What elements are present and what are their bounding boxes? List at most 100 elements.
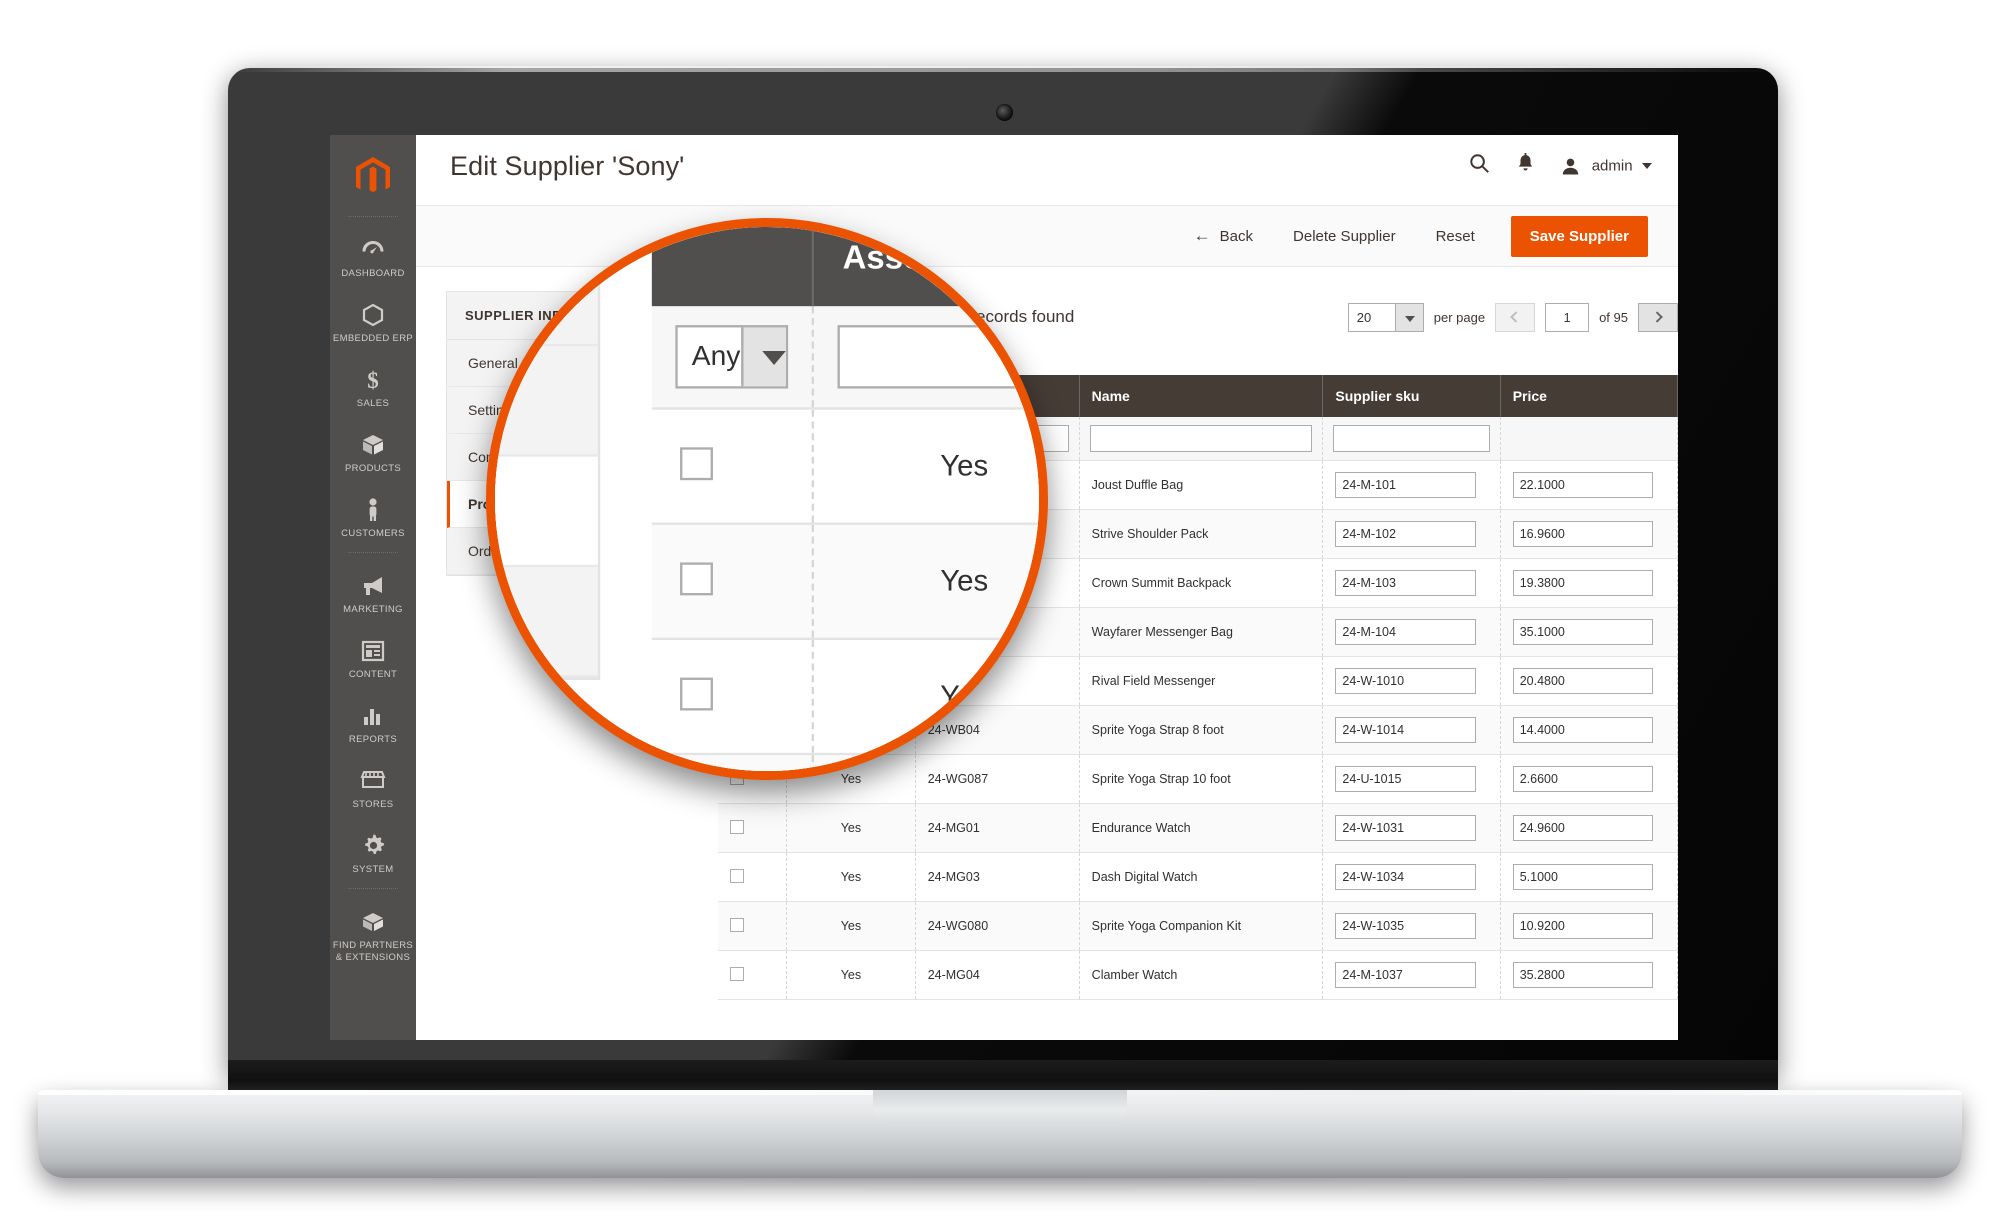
per-page-value: 20 [1356,309,1372,325]
row-checkbox[interactable] [730,966,744,981]
supplier-sku-input[interactable] [1335,619,1476,645]
price-input[interactable] [1512,913,1653,939]
sidebar-item-label: SYSTEM [352,864,394,875]
admin-user-menu[interactable]: admin [1561,157,1652,176]
cell-select [718,901,788,951]
price-input[interactable] [1512,668,1653,694]
filter-cell-select: Any [651,306,815,410]
reset-button[interactable]: Reset [1416,219,1495,254]
chevron-down-icon [1642,163,1652,169]
sidebar-item-sales[interactable]: $ SALES [330,355,416,420]
price-input[interactable] [1512,570,1653,596]
supplier-sku-input[interactable] [1335,472,1476,498]
price-input[interactable] [1512,815,1653,841]
price-input[interactable] [1512,472,1653,498]
column-header-supplier-sku[interactable]: Supplier sku [1322,375,1501,417]
supplier-sku-input[interactable] [1335,864,1476,890]
sidebar-item-orders: Orders [495,567,598,678]
sidebar-item-dashboard[interactable]: DASHBOARD [330,225,416,290]
row-checkbox[interactable] [730,819,744,834]
cell-price [1500,754,1678,804]
price-input[interactable] [1512,962,1653,988]
sidebar-item-find-partners-extensions[interactable]: FIND PARTNERS & EXTENSIONS [330,897,416,974]
sidebar-divider [348,216,398,217]
column-header-select [651,227,815,307]
megaphone-icon [332,573,414,599]
cell-name: Sprite Yoga Companion Kit [1079,901,1324,951]
cell-name: Joust Duffle Bag [1079,460,1324,510]
supplier-sku-input[interactable] [1335,766,1476,792]
admin-main: Edit Supplier 'Sony' admin [495,227,1039,771]
row-checkbox[interactable] [730,868,744,883]
sidebar-item-stores[interactable]: STORES [330,756,416,821]
column-header-price[interactable]: Price [1500,375,1678,417]
row-checkbox[interactable] [730,917,744,932]
column-header-associated: Associated [813,227,1039,307]
cell-supplier-sku [1322,705,1501,755]
supplier-sku-input[interactable] [1335,962,1476,988]
laptop-lid-highlight [228,66,1778,72]
price-input[interactable] [1512,717,1653,743]
mass-select-dropdown: Any [675,325,789,389]
per-page-select[interactable]: 20 [1347,302,1424,332]
next-page-button[interactable] [1638,302,1678,332]
supplier-sku-input[interactable] [1335,668,1476,694]
search-icon[interactable] [1469,153,1490,179]
grid-header-row: Associated Sku Name Supplier sku Price [651,227,1039,307]
supplier-sku-input[interactable] [1335,570,1476,596]
cell-price [1500,803,1678,853]
supplier-sku-input[interactable] [1335,717,1476,743]
filter-cell-supplier-sku [1322,417,1501,461]
filter-supplier-sku-input[interactable] [1333,425,1490,452]
sidebar-item-marketing[interactable]: MARKETING [330,561,416,626]
price-input[interactable] [1512,864,1653,890]
chevron-down-icon [1394,303,1423,331]
sidebar-item-embedded-erp[interactable]: EMBEDDED ERP [330,290,416,355]
cell-associated: Yes [813,638,1039,756]
table-row[interactable]: Yes 24-MG03 Dash Digital Watch [718,852,1678,902]
grid-body: Any [651,306,1039,771]
sidebar-item-reports[interactable]: REPORTS [330,691,416,756]
sidebar-item-label: EMBEDDED ERP [332,333,414,344]
page-number-input[interactable]: 1 [1545,302,1590,332]
cell-select [718,852,788,902]
supplier-sku-input[interactable] [1335,815,1476,841]
sidebar-item-customers[interactable]: CUSTOMERS [330,485,416,550]
hexagon-icon [332,302,414,328]
row-checkbox [680,561,713,595]
table-row: Yes24-MB03Crown Summit Backpack [651,638,1039,756]
table-row[interactable]: Yes 24-MG01 Endurance Watch [718,803,1678,853]
back-button[interactable]: ← Back [1174,217,1273,255]
price-input[interactable] [1512,521,1653,547]
sidebar-item-products[interactable]: PRODUCTS [330,420,416,485]
grid-filter-row: Any [651,306,1039,410]
sidebar-divider [348,888,398,889]
admin-sidebar: DASHBOARD EMBEDDED ERP $ SALES PRODUCTS … [330,135,416,1040]
arrow-left-icon: ← [1193,226,1211,245]
cell-sku: 24-MG03 [915,852,1080,902]
table-row[interactable]: Yes 24-MG04 Clamber Watch [718,950,1678,1000]
cell-supplier-sku [1322,509,1501,559]
cell-name: Endurance Watch [1079,803,1324,853]
filter-name-input[interactable] [1089,425,1313,452]
column-header-name[interactable]: Name [1079,375,1324,417]
bell-icon[interactable] [1516,153,1535,179]
storefront-icon [332,768,414,794]
supplier-sku-input[interactable] [1335,913,1476,939]
cell-supplier-sku [1322,754,1501,804]
table-row: Yes24-MB04Strive Shoulder Pack [651,523,1039,640]
sidebar-item-label: PRODUCTS [344,463,402,474]
delete-supplier-button[interactable]: Delete Supplier [1273,219,1416,254]
prev-page-button[interactable] [1495,302,1536,332]
sidebar-item-system[interactable]: SYSTEM [330,821,416,886]
magento-logo-icon[interactable] [330,135,416,214]
supplier-sku-input[interactable] [1335,521,1476,547]
sidebar-item-content[interactable]: CONTENT [330,626,416,691]
price-input[interactable] [1512,619,1653,645]
puzzle-icon [332,909,414,935]
cell-name: Strive Shoulder Pack [1079,509,1324,559]
cell-name: Wayfarer Messenger Bag [1079,607,1324,657]
table-row[interactable]: Yes 24-WG080 Sprite Yoga Companion Kit [718,901,1678,951]
save-supplier-button[interactable]: Save Supplier [1510,215,1648,257]
price-input[interactable] [1512,766,1653,792]
